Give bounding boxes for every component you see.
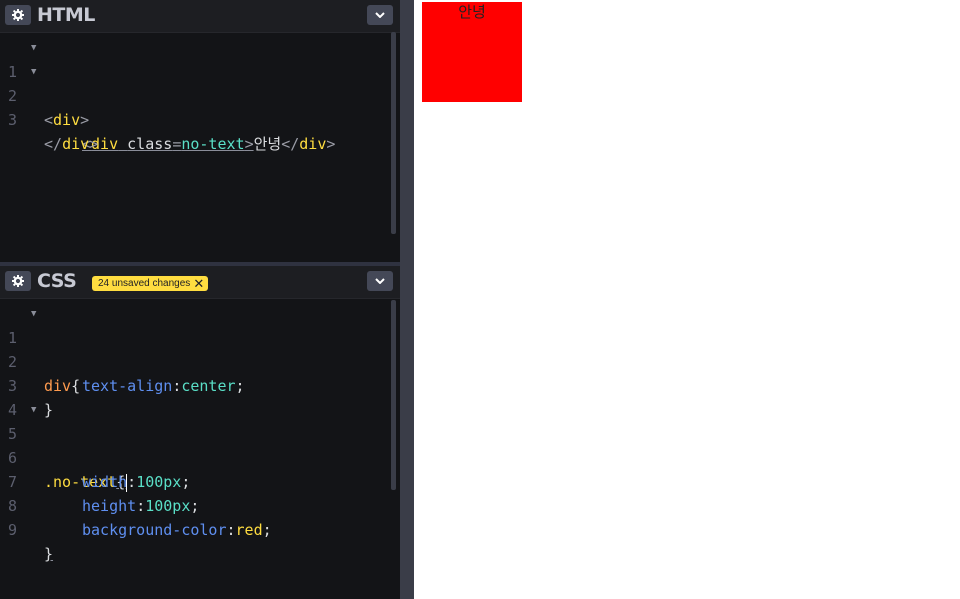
css-panel-header: CSS 24 unsaved changes ✕: [0, 266, 400, 299]
fold-arrow-icon[interactable]: ▼: [31, 60, 36, 84]
code-line: 2 text-align:center;: [0, 326, 390, 395]
code-line: 2 ▼ <div class=no-text>안녕</div>: [0, 60, 390, 153]
preview-red-box: 안녕: [422, 2, 522, 102]
html-settings-button[interactable]: [5, 5, 31, 25]
html-collapse-button[interactable]: [367, 5, 393, 25]
code-line: 1 ▼ <div>: [0, 36, 390, 129]
css-editor-panel: CSS 24 unsaved changes ✕ 1 ▼ div{ 2 text…: [0, 266, 400, 599]
html-panel-header: HTML: [0, 0, 400, 33]
css-scrollbar[interactable]: [391, 300, 396, 490]
code-line: 6 width:100px;: [0, 422, 390, 491]
unsaved-changes-badge[interactable]: 24 unsaved changes ✕: [92, 276, 209, 291]
css-collapse-button[interactable]: [367, 271, 393, 291]
editor-column: HTML 1 ▼ <div> 2 ▼ <div class=no-text>안녕…: [0, 0, 400, 599]
vertical-resize-handle[interactable]: [400, 0, 414, 599]
html-editor-panel: HTML 1 ▼ <div> 2 ▼ <div class=no-text>안녕…: [0, 0, 400, 262]
gear-icon: [12, 9, 24, 21]
css-panel-title: CSS: [37, 270, 77, 292]
chevron-down-icon: [375, 278, 385, 284]
code-line: 3 </div>: [0, 84, 390, 153]
fold-arrow-icon[interactable]: ▼: [31, 36, 36, 60]
code-text: }: [44, 545, 54, 563]
html-panel-title: HTML: [37, 4, 95, 26]
line-number: 3: [8, 111, 18, 129]
code-text: background-color:red;: [82, 521, 272, 539]
code-line: 5 ▼ .no-text{: [0, 398, 390, 492]
code-text: </div>: [44, 135, 99, 153]
code-line: 3 }: [0, 350, 390, 419]
line-number: 9: [8, 521, 18, 539]
gear-icon: [12, 275, 24, 287]
preview-pane: 안녕: [414, 0, 960, 599]
code-line: 7 height:100px;: [0, 446, 390, 515]
code-line: 8 background-color:red;: [0, 470, 390, 539]
unsaved-changes-label: 24 unsaved changes: [98, 278, 191, 289]
code-line: 9 }: [0, 494, 390, 563]
html-scrollbar[interactable]: [391, 32, 396, 234]
fold-arrow-icon[interactable]: ▼: [31, 302, 36, 326]
code-line: 4: [0, 374, 390, 419]
code-line: 1 ▼ div{: [0, 302, 390, 395]
html-code-area[interactable]: 1 ▼ <div> 2 ▼ <div class=no-text>안녕</div…: [0, 36, 390, 153]
fold-arrow-icon[interactable]: ▼: [31, 398, 36, 422]
css-settings-button[interactable]: [5, 271, 31, 291]
chevron-down-icon: [375, 12, 385, 18]
css-code-area[interactable]: 1 ▼ div{ 2 text-align:center; 3 } 4 5 ▼ …: [0, 302, 390, 563]
close-icon[interactable]: ✕: [193, 276, 204, 291]
